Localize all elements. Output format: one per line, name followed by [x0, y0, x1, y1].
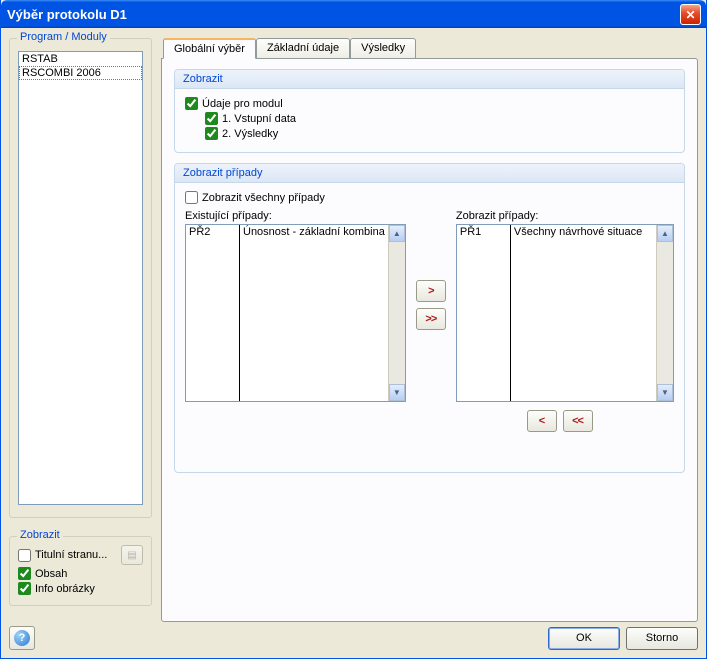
dialog-window: Výběr protokolu D1 ✕ Program / Moduly RS… — [0, 0, 707, 659]
document-icon: ▤ — [127, 550, 136, 561]
vstup-label: 1. Vstupní data — [222, 113, 296, 125]
storno-button[interactable]: Storno — [626, 627, 698, 650]
scroll-down-icon[interactable]: ▼ — [657, 384, 673, 401]
list-item[interactable]: PŘ2 — [186, 225, 239, 239]
content-area: Program / Moduly RSTAB RSCOMBI 2006 Zobr… — [1, 28, 706, 658]
existing-label: Existující případy: — [185, 210, 406, 222]
shown-listbox[interactable]: PŘ1 Všechny návrhové situace ▲ ▼ — [456, 224, 674, 402]
scroll-up-icon[interactable]: ▲ — [389, 225, 405, 242]
section-cases-title: Zobrazit případy — [175, 164, 684, 183]
help-icon: ? — [14, 630, 30, 646]
double-chevron-right-icon: >> — [425, 313, 436, 325]
titul-checkbox[interactable] — [18, 549, 31, 562]
vstup-checkbox-row[interactable]: 1. Vstupní data — [205, 112, 674, 125]
tab-basic[interactable]: Základní údaje — [256, 38, 350, 58]
modules-group-title: Program / Moduly — [17, 31, 110, 43]
ok-label: OK — [576, 632, 592, 644]
scroll-up-icon[interactable]: ▲ — [657, 225, 673, 242]
scrollbar[interactable]: ▲ ▼ — [656, 225, 673, 401]
window-title: Výběr protokolu D1 — [7, 7, 127, 22]
obsah-label: Obsah — [35, 568, 67, 580]
scroll-down-icon[interactable]: ▼ — [389, 384, 405, 401]
zobrazit-group: Zobrazit Titulní stranu... ▤ Obsah — [9, 536, 152, 606]
info-label: Info obrázky — [35, 583, 95, 595]
chevron-right-icon: > — [428, 285, 433, 297]
list-col-code: PŘ1 — [457, 225, 511, 401]
module-list[interactable]: RSTAB RSCOMBI 2006 — [18, 51, 143, 505]
list-col-desc: Únosnost - základní kombina — [240, 225, 388, 401]
all-cases-checkbox-row[interactable]: Zobrazit všechny případy — [185, 191, 674, 204]
tab-results[interactable]: Výsledky — [350, 38, 416, 58]
list-item[interactable]: Všechny návrhové situace — [511, 225, 656, 239]
obsah-checkbox-row[interactable]: Obsah — [18, 567, 143, 580]
move-all-left-button[interactable]: << — [563, 410, 593, 432]
all-cases-label: Zobrazit všechny případy — [202, 192, 325, 204]
vysl-checkbox-row[interactable]: 2. Výsledky — [205, 127, 674, 140]
dialog-buttons: OK Storno — [548, 627, 698, 650]
vysl-checkbox[interactable] — [205, 127, 218, 140]
vstup-checkbox[interactable] — [205, 112, 218, 125]
modules-group: Program / Moduly RSTAB RSCOMBI 2006 — [9, 38, 152, 518]
transfer-buttons: > >> — [414, 210, 448, 330]
zobrazit-group-title: Zobrazit — [17, 529, 63, 541]
titul-settings-button[interactable]: ▤ — [121, 545, 143, 565]
modul-checkbox-row[interactable]: Údaje pro modul — [185, 97, 674, 110]
modul-checkbox[interactable] — [185, 97, 198, 110]
vysl-label: 2. Výsledky — [222, 128, 278, 140]
help-button[interactable]: ? — [9, 626, 35, 650]
move-right-button[interactable]: > — [416, 280, 446, 302]
footer: ? OK Storno — [9, 626, 698, 650]
list-col-desc: Všechny návrhové situace — [511, 225, 656, 401]
existing-listbox[interactable]: PŘ2 Únosnost - základní kombina ▲ ▼ — [185, 224, 406, 402]
move-all-right-button[interactable]: >> — [416, 308, 446, 330]
tab-body: Zobrazit Údaje pro modul 1. Vstupní data… — [161, 58, 698, 622]
left-panel: Program / Moduly RSTAB RSCOMBI 2006 Zobr… — [9, 38, 152, 526]
chevron-left-icon: < — [539, 415, 544, 427]
tab-global[interactable]: Globální výběr — [163, 38, 256, 59]
section-cases: Zobrazit případy Zobrazit všechny případ… — [174, 163, 685, 473]
obsah-checkbox[interactable] — [18, 567, 31, 580]
storno-label: Storno — [646, 632, 678, 644]
close-icon: ✕ — [685, 8, 695, 22]
scrollbar[interactable]: ▲ ▼ — [388, 225, 405, 401]
shown-label: Zobrazit případy: — [456, 210, 674, 222]
tab-strip: Globální výběr Základní údaje Výsledky — [161, 38, 698, 58]
all-cases-checkbox[interactable] — [185, 191, 198, 204]
section-zobrazit: Zobrazit Údaje pro modul 1. Vstupní data… — [174, 69, 685, 153]
double-chevron-left-icon: << — [572, 415, 583, 427]
list-col-code: PŘ2 — [186, 225, 240, 401]
list-item[interactable]: PŘ1 — [457, 225, 510, 239]
info-checkbox-row[interactable]: Info obrázky — [18, 582, 143, 595]
existing-col: Existující případy: PŘ2 Únosnost - zákla… — [185, 210, 406, 402]
titul-checkbox-row[interactable]: Titulní stranu... — [18, 549, 107, 562]
ok-button[interactable]: OK — [548, 627, 620, 650]
shown-col: Zobrazit případy: PŘ1 Všechny návrhové s… — [456, 210, 674, 402]
titlebar: Výběr protokolu D1 ✕ — [1, 0, 706, 28]
cases-area: Existující případy: PŘ2 Únosnost - zákla… — [185, 210, 674, 402]
section-zobrazit-title: Zobrazit — [175, 70, 684, 89]
module-item[interactable]: RSCOMBI 2006 — [19, 66, 142, 80]
titul-label: Titulní stranu... — [35, 549, 107, 561]
bottom-transfer-buttons: < << — [185, 410, 674, 432]
modul-label: Údaje pro modul — [202, 98, 283, 110]
close-button[interactable]: ✕ — [680, 4, 701, 25]
info-checkbox[interactable] — [18, 582, 31, 595]
tab-panel: Globální výběr Základní údaje Výsledky Z… — [161, 38, 698, 626]
move-left-button[interactable]: < — [527, 410, 557, 432]
module-item[interactable]: RSTAB — [19, 52, 142, 66]
list-item[interactable]: Únosnost - základní kombina — [240, 225, 388, 239]
